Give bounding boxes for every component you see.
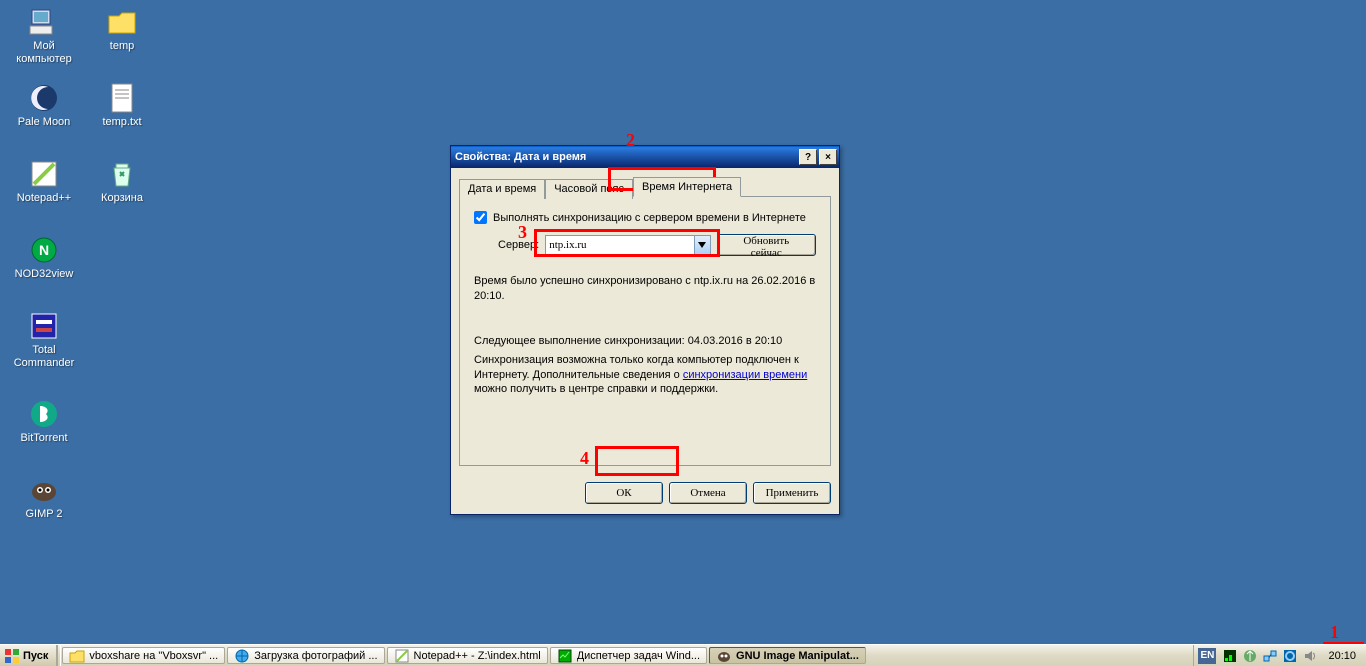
pale-moon-icon[interactable]: Pale Moon (8, 82, 80, 129)
folder-icon (69, 648, 85, 664)
task-label: vboxshare на "Vboxsvr" ... (89, 650, 218, 662)
apply-button[interactable]: Применить (753, 482, 831, 504)
next-sync-text: Следующее выполнение синхронизации: 04.0… (474, 335, 816, 347)
total-commander-icon[interactable]: TotalCommander (8, 310, 80, 370)
sync-note-text: Синхронизация возможна только когда комп… (474, 353, 816, 398)
my-computer-icon[interactable]: Мойкомпьютер (8, 6, 80, 66)
icon-label: NOD32view (8, 268, 80, 281)
taskbar-item-notepadpp[interactable]: Notepad++ - Z:\index.html (387, 647, 548, 664)
icon-label: BitTorrent (8, 432, 80, 445)
task-label: Notepad++ - Z:\index.html (414, 650, 541, 662)
task-label: Диспетчер задач Wind... (577, 650, 700, 662)
time-sync-link[interactable]: синхронизации времени (683, 369, 807, 381)
help-button[interactable]: ? (799, 149, 817, 165)
recycle-bin-icon[interactable]: Корзина (86, 158, 158, 205)
tab-panel: Выполнять синхронизацию с сервером време… (459, 196, 831, 466)
tray-usb-icon[interactable] (1242, 648, 1258, 664)
taskbar-item-taskmgr[interactable]: Диспетчер задач Wind... (550, 647, 707, 664)
close-button[interactable]: × (819, 149, 837, 165)
globe-icon (234, 648, 250, 664)
tray-cpu-icon[interactable] (1222, 648, 1238, 664)
icon-label: Корзина (86, 192, 158, 205)
icon-label: Pale Moon (8, 116, 80, 129)
taskbar-item-vboxshare[interactable]: vboxshare на "Vboxsvr" ... (62, 647, 225, 664)
icon-label: temp (86, 40, 158, 53)
system-tray: EN 20:10 (1193, 645, 1366, 666)
task-label: GNU Image Manipulat... (736, 650, 859, 662)
sync-checkbox[interactable] (474, 211, 487, 224)
refresh-now-button[interactable]: Обновить сейчас (717, 234, 816, 256)
taskbar-item-gimp[interactable]: GNU Image Manipulat... (709, 647, 866, 664)
task-label: Загрузка фотографий ... (254, 650, 377, 662)
taskbar-separator (57, 645, 61, 666)
tab-internet-time[interactable]: Время Интернета (633, 177, 741, 197)
cancel-button[interactable]: Отмена (669, 482, 747, 504)
dropdown-button[interactable] (694, 236, 710, 254)
icon-label: temp.txt (86, 116, 158, 129)
dialog-buttons: ОК Отмена Применить (451, 474, 839, 514)
icon-label: Мойкомпьютер (8, 40, 80, 66)
tray-volume-icon[interactable] (1302, 648, 1318, 664)
temp-txt-icon[interactable]: temp.txt (86, 82, 158, 129)
ok-button[interactable]: ОК (585, 482, 663, 504)
tray-network-icon[interactable] (1262, 648, 1278, 664)
icon-label: TotalCommander (8, 344, 80, 370)
sync-status-text: Время было успешно синхронизировано с nt… (474, 274, 816, 305)
svg-text:N: N (39, 242, 49, 258)
tab-date-time[interactable]: Дата и время (459, 179, 545, 199)
server-label: Сервер: (498, 239, 539, 251)
notepadpp-icon[interactable]: Notepad++ (8, 158, 80, 205)
titlebar[interactable]: Свойства: Дата и время ? × (451, 146, 839, 168)
taskmgr-icon (557, 648, 573, 664)
icon-label: Notepad++ (8, 192, 80, 205)
gimp-small-icon (716, 648, 732, 664)
tabs: Дата и время Часовой пояс Время Интернет… (459, 177, 831, 197)
temp-folder-icon[interactable]: temp (86, 6, 158, 53)
taskbar-item-browser[interactable]: Загрузка фотографий ... (227, 647, 384, 664)
server-input[interactable] (546, 239, 693, 251)
bittorrent-icon[interactable]: BitTorrent (8, 398, 80, 445)
icon-label: GIMP 2 (8, 508, 80, 521)
clock[interactable]: 20:10 (1322, 650, 1362, 662)
taskbar: Пуск vboxshare на "Vboxsvr" ... Загрузка… (0, 644, 1366, 666)
notepadpp-small-icon (394, 648, 410, 664)
server-combobox[interactable] (545, 235, 710, 255)
start-button[interactable]: Пуск (0, 645, 57, 666)
language-indicator[interactable]: EN (1198, 648, 1216, 664)
gimp2-icon[interactable]: GIMP 2 (8, 474, 80, 521)
nod32view-icon[interactable]: N NOD32view (8, 234, 80, 281)
tray-vbox-icon[interactable] (1282, 648, 1298, 664)
tab-timezone[interactable]: Часовой пояс (545, 179, 633, 199)
dialog-title: Свойства: Дата и время (455, 151, 797, 163)
date-time-properties-dialog: Свойства: Дата и время ? × Дата и время … (450, 145, 840, 515)
sync-checkbox-label: Выполнять синхронизацию с сервером време… (493, 212, 806, 224)
start-label: Пуск (23, 650, 48, 662)
